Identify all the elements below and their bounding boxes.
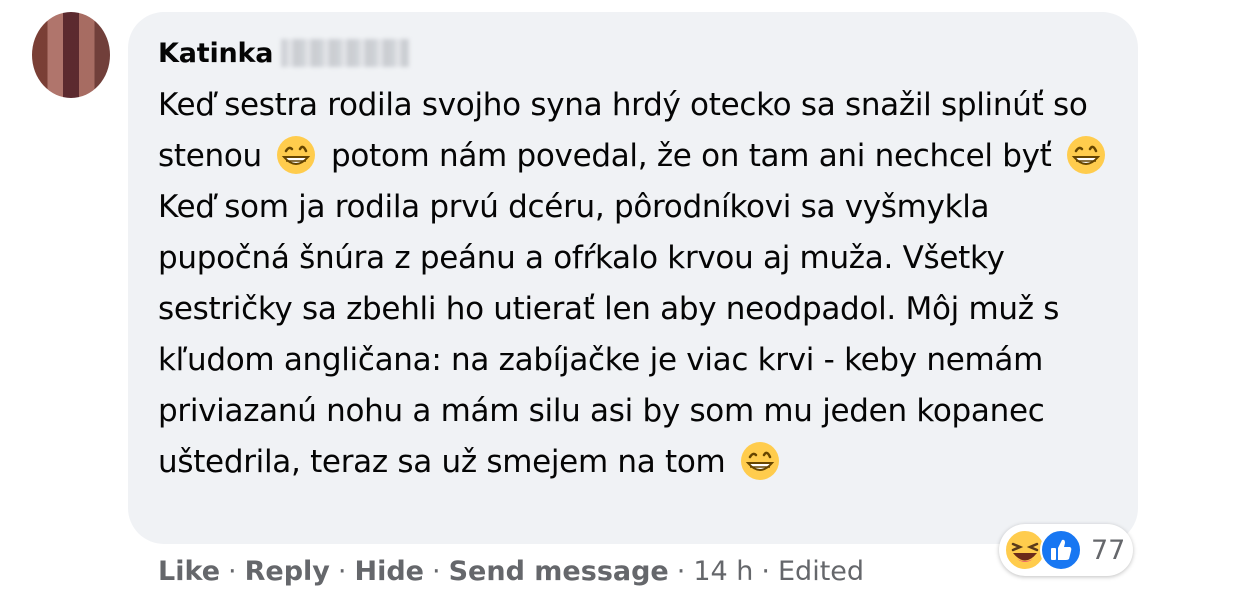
avatar[interactable] [32,12,110,98]
comment-text-segment: potom nám povedal, že on tam ani nechcel… [321,138,1062,174]
reply-button[interactable]: Reply [245,556,330,587]
timestamp[interactable]: 14 h [693,556,753,587]
blurred-surname [281,39,410,67]
reactions-summary[interactable]: 77 [999,524,1133,576]
comment-actions: Like · Reply · Hide · Send message · 14 … [158,552,864,590]
reaction-count: 77 [1091,534,1126,566]
comment-paragraph: Keď som ja rodila prvú dcéru, pôrodníkov… [158,182,1118,488]
grinning-face-icon [1067,136,1106,174]
edited-label[interactable]: Edited [778,556,864,587]
like-button[interactable]: Like [158,556,220,587]
comment-bubble: Katinka Keď sestra rodila svojho syna hr… [128,12,1138,544]
author-row: Katinka [158,36,410,70]
send-message-button[interactable]: Send message [449,556,669,587]
comment-paragraph: Keď sestra rodila svojho syna hrdý oteck… [158,80,1118,182]
separator: · [761,555,770,587]
separator: · [676,555,686,587]
hide-button[interactable]: Hide [355,556,425,587]
grinning-face-icon [277,136,316,174]
separator: · [432,555,441,587]
separator: · [337,555,347,587]
comment-text-segment: Keď som ja rodila prvú dcéru, pôrodníkov… [158,189,1060,480]
comment-author[interactable]: Katinka [158,38,274,69]
grinning-face-icon [740,442,779,480]
separator: · [228,555,237,587]
like-reaction-icon [1040,529,1082,571]
comment-text: Keď sestra rodila svojho syna hrdý oteck… [158,80,1118,488]
